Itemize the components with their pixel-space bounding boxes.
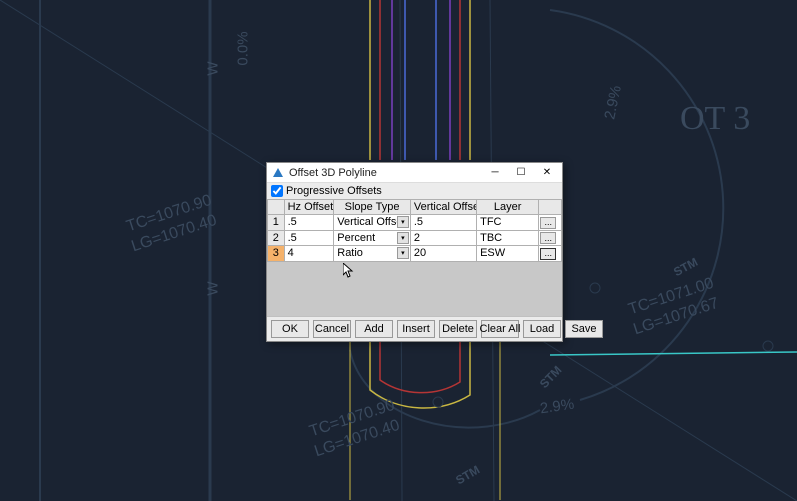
dialog-button-row: OK Cancel Add Insert Delete Clear All Lo… xyxy=(267,316,562,341)
col-slope-type[interactable]: Slope Type xyxy=(334,200,411,215)
row-number[interactable]: 1 xyxy=(268,215,285,231)
col-browse[interactable] xyxy=(539,200,562,215)
dialog-title: Offset 3D Polyline xyxy=(289,167,482,179)
bg-label-w2: W xyxy=(205,281,222,295)
chevron-down-icon[interactable]: ▾ xyxy=(397,247,409,259)
insert-button[interactable]: Insert xyxy=(397,320,435,338)
col-layer[interactable]: Layer xyxy=(477,200,539,215)
bg-label-pct3: 0.0% xyxy=(235,31,252,65)
cell-layer[interactable]: TBC xyxy=(477,230,539,246)
grid-header-row: Hz Offset Slope Type Vertical Offset Lay… xyxy=(268,200,562,215)
close-button[interactable]: ✕ xyxy=(534,164,560,182)
app-icon xyxy=(271,166,285,180)
cancel-button[interactable]: Cancel xyxy=(313,320,351,338)
grid-row[interactable]: 2 .5 Percent▾ 2 TBC ... xyxy=(268,230,562,246)
cell-slope[interactable]: Ratio▾ xyxy=(334,246,411,262)
grid-row[interactable]: 3 4 Ratio▾ 20 ESW ... xyxy=(268,246,562,262)
row-number[interactable]: 3 xyxy=(268,246,285,262)
cell-slope[interactable]: Percent▾ xyxy=(334,230,411,246)
add-button[interactable]: Add xyxy=(355,320,393,338)
offset-3d-polyline-dialog: Offset 3D Polyline ─ ☐ ✕ Progressive Off… xyxy=(266,162,563,342)
cell-layer[interactable]: TFC xyxy=(477,215,539,231)
grid-row[interactable]: 1 .5 Vertical Offset▾ .5 TFC ... xyxy=(268,215,562,231)
layer-browse-button[interactable]: ... xyxy=(540,248,556,260)
bg-label-ot: OT 3 xyxy=(680,100,750,138)
cell-hz[interactable]: .5 xyxy=(284,230,334,246)
grid-corner[interactable] xyxy=(268,200,285,215)
cell-layer[interactable]: ESW xyxy=(477,246,539,262)
delete-button[interactable]: Delete xyxy=(439,320,477,338)
chevron-down-icon[interactable]: ▾ xyxy=(397,232,409,244)
minimize-button[interactable]: ─ xyxy=(482,164,508,182)
col-vertical-offset[interactable]: Vertical Offset xyxy=(410,200,476,215)
cell-hz[interactable]: .5 xyxy=(284,215,334,231)
col-hz-offset[interactable]: Hz Offset xyxy=(284,200,334,215)
save-button[interactable]: Save xyxy=(565,320,603,338)
layer-browse-button[interactable]: ... xyxy=(540,217,556,229)
clear-all-button[interactable]: Clear All xyxy=(481,320,519,338)
bg-label-w1: W xyxy=(205,61,222,75)
cell-vert[interactable]: 20 xyxy=(410,246,476,262)
cell-vert[interactable]: .5 xyxy=(410,215,476,231)
maximize-button[interactable]: ☐ xyxy=(508,164,534,182)
progressive-offsets-row: Progressive Offsets xyxy=(267,183,562,199)
progressive-offsets-label[interactable]: Progressive Offsets xyxy=(286,185,382,197)
cell-hz[interactable]: 4 xyxy=(284,246,334,262)
ok-button[interactable]: OK xyxy=(271,320,309,338)
titlebar[interactable]: Offset 3D Polyline ─ ☐ ✕ xyxy=(267,163,562,183)
cell-vert[interactable]: 2 xyxy=(410,230,476,246)
offsets-grid[interactable]: Hz Offset Slope Type Vertical Offset Lay… xyxy=(267,199,562,316)
row-number[interactable]: 2 xyxy=(268,230,285,246)
cell-slope[interactable]: Vertical Offset▾ xyxy=(334,215,411,231)
chevron-down-icon[interactable]: ▾ xyxy=(397,216,409,228)
load-button[interactable]: Load xyxy=(523,320,561,338)
progressive-offsets-checkbox[interactable] xyxy=(271,185,283,197)
layer-browse-button[interactable]: ... xyxy=(540,232,556,244)
